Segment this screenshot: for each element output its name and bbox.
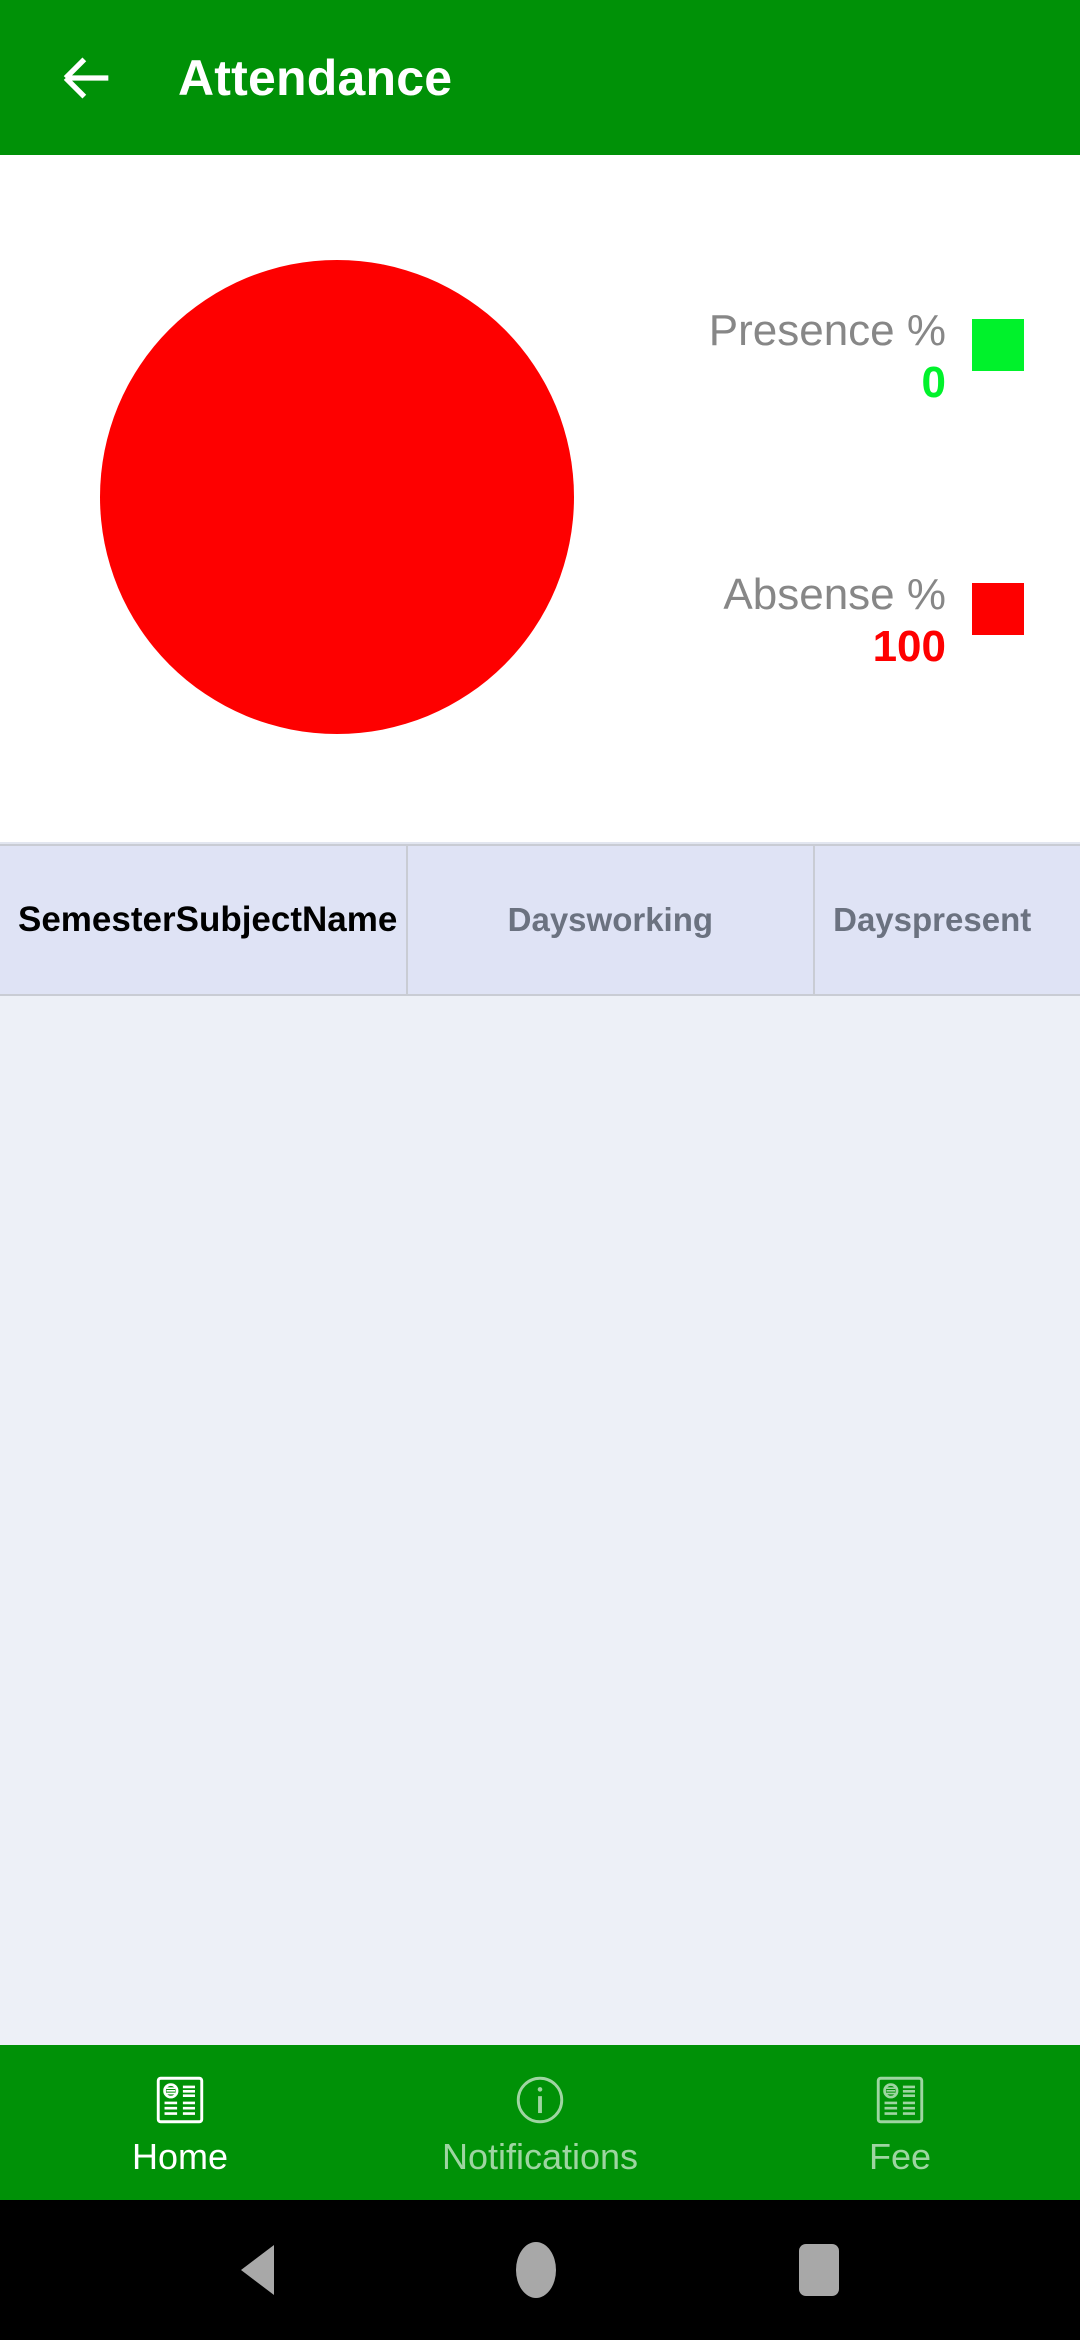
android-system-nav — [0, 2200, 1080, 2340]
legend-text-group: Absense % 100 — [723, 569, 946, 673]
legend-item-presence: Presence % 0 — [594, 305, 1024, 409]
table-body-empty — [0, 996, 1080, 2045]
app-bar: Attendance — [0, 0, 1080, 155]
system-back-icon[interactable] — [241, 2245, 275, 2295]
nav-label-fee: Fee — [868, 2135, 932, 2177]
legend-value-presence: 0 — [921, 357, 946, 407]
legend-swatch-absense — [972, 582, 1024, 635]
info-circle-icon — [516, 2076, 564, 2123]
nav-item-notifications[interactable]: Notifications — [360, 2071, 720, 2175]
nav-label-home: Home — [131, 2135, 229, 2177]
legend-label-presence: Presence % — [708, 306, 946, 355]
legend-value-absense: 100 — [872, 621, 946, 671]
system-recents-icon[interactable] — [798, 2244, 839, 2296]
bottom-navigation: Home Notifications Fee — [0, 2045, 1080, 2200]
legend-label-absense: Absense % — [723, 569, 946, 619]
attendance-pie-chart — [100, 260, 574, 734]
attendance-chart-card: Presence % 0 Absense % 100 — [0, 155, 1080, 842]
table-header-cell-dayspresent[interactable]: Dayspresent — [815, 846, 1080, 994]
nav-item-fee[interactable]: Fee — [720, 2071, 1080, 2175]
legend-item-absense: Absense % 100 — [594, 569, 1024, 673]
chart-legend: Presence % 0 Absense % 100 — [594, 305, 1024, 673]
back-button[interactable] — [48, 39, 126, 117]
table-header-cell-semestersubjectname[interactable]: SemesterSubjectName — [0, 846, 408, 994]
legend-swatch-presence — [972, 319, 1024, 371]
table-header-row: SemesterSubjectName Daysworking Dayspres… — [0, 844, 1080, 996]
article-icon — [876, 2076, 924, 2123]
article-icon — [156, 2076, 204, 2123]
attendance-table[interactable]: SemesterSubjectName Daysworking Dayspres… — [0, 842, 1080, 2045]
nav-label-notifications: Notifications — [441, 2135, 639, 2177]
arrow-left-icon — [63, 56, 109, 99]
system-home-icon[interactable] — [516, 2242, 557, 2298]
page-title: Attendance — [178, 49, 453, 106]
legend-text-group: Presence % 0 — [709, 305, 946, 409]
nav-item-home[interactable]: Home — [0, 2071, 360, 2175]
phone-screen: Attendance Presence % 0 Absense % 100 Se… — [0, 0, 1080, 2340]
table-header-cell-daysworking[interactable]: Daysworking — [407, 846, 816, 994]
